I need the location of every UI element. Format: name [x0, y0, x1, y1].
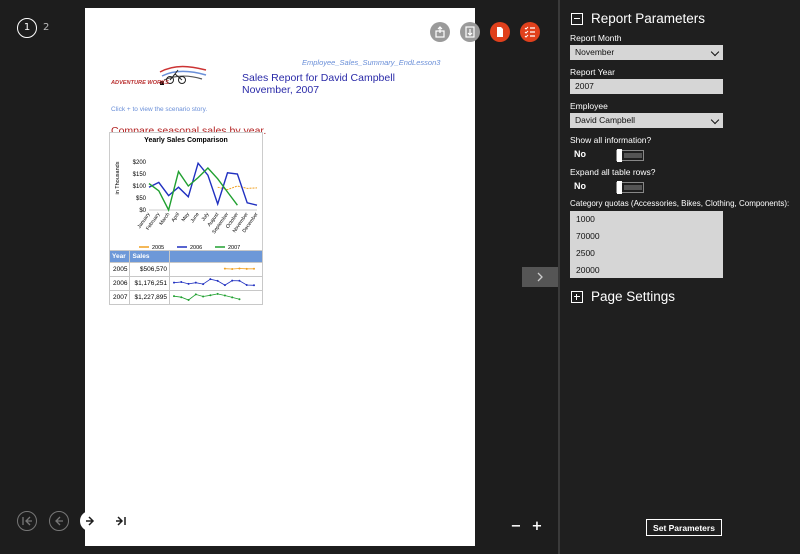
- report-month-label: Report Month: [570, 33, 622, 43]
- report-year-value: 2007: [575, 81, 594, 91]
- table-cell-year: 2006: [108, 276, 131, 291]
- sparkline-2007: [169, 290, 263, 305]
- quota-item[interactable]: 20000: [570, 262, 723, 279]
- report-page: Employee_Sales_Summary_EndLesson3 ADVENT…: [85, 8, 540, 546]
- next-page-icon[interactable]: [80, 511, 100, 531]
- sparkline-2006: [169, 276, 263, 291]
- table-row: 2005 $506,570: [108, 262, 263, 277]
- table-cell-sales: $506,570: [129, 262, 170, 277]
- show-all-toggle[interactable]: [616, 149, 644, 162]
- collapse-icon[interactable]: [571, 12, 583, 25]
- set-parameters-button[interactable]: Set Parameters: [646, 519, 722, 536]
- table-cell-sales: $1,176,251: [129, 276, 170, 291]
- y-tick-label: $100: [133, 184, 147, 190]
- sparkline-line: [173, 278, 255, 286]
- chart-title: Yearly Sales Comparison: [144, 137, 228, 144]
- employee-select[interactable]: David Campbell: [570, 113, 723, 128]
- quota-item[interactable]: 70000: [570, 228, 723, 245]
- table-header-trend: [169, 250, 263, 263]
- expand-rows-label: Expand all table rows?: [570, 167, 656, 177]
- table-cell-year: 2007: [108, 290, 131, 305]
- toggle-track: [624, 153, 642, 158]
- report-year-input[interactable]: 2007: [570, 79, 723, 94]
- expand-rows-toggle[interactable]: [616, 181, 644, 194]
- page-settings-title: Page Settings: [591, 289, 676, 304]
- chevron-right-icon[interactable]: [522, 267, 558, 287]
- report-viewer: 1 2 Employee_Sales_Summary_EndLesson3 AD…: [0, 0, 558, 554]
- quota-item[interactable]: 1000: [570, 211, 723, 228]
- quota-item[interactable]: 2500: [570, 245, 723, 262]
- previous-page-icon[interactable]: [49, 511, 69, 531]
- report-title: Sales Report for David Campbell: [242, 72, 395, 84]
- report-parameters-title: Report Parameters: [591, 11, 706, 26]
- scenario-story-hint[interactable]: Click + to view the scenario story.: [111, 106, 207, 113]
- page-settings-header[interactable]: Page Settings: [571, 289, 675, 304]
- report-month-select[interactable]: November: [570, 45, 723, 60]
- adventure-works-logo: ADVENTURE WORKS: [110, 65, 207, 86]
- table-header-sales: Sales: [129, 250, 170, 263]
- report-subtitle: November, 2007: [242, 84, 320, 96]
- sales-table: Year Sales 2005 $506,570 2006 $1,176,251: [108, 250, 263, 305]
- report-month-value: November: [575, 47, 615, 57]
- category-quotas-input[interactable]: 1000 70000 2500 20000: [570, 211, 723, 278]
- parameters-panel: Report Parameters Report Month November …: [560, 0, 800, 554]
- table-cell-sales: $1,227,895: [129, 290, 170, 305]
- report-year-label: Report Year: [570, 67, 615, 77]
- employee-value: David Campbell: [575, 115, 635, 125]
- zoom-out-button[interactable]: −: [509, 519, 523, 534]
- expand-icon[interactable]: [571, 290, 583, 303]
- first-page-icon[interactable]: [17, 511, 37, 531]
- sparkline-2005: [169, 262, 263, 277]
- sparkline-line: [173, 293, 240, 301]
- y-tick-label: $50: [136, 196, 147, 202]
- y-tick-label: $150: [133, 172, 147, 178]
- checklist-icon[interactable]: [520, 22, 540, 42]
- toggle-knob[interactable]: [617, 149, 622, 162]
- document-icon[interactable]: [490, 22, 510, 42]
- zoom-in-button[interactable]: +: [530, 519, 544, 534]
- toggle-knob[interactable]: [617, 181, 622, 194]
- report-parameters-header[interactable]: Report Parameters: [571, 11, 705, 26]
- show-all-value: No: [574, 149, 586, 159]
- y-tick-label: $200: [133, 160, 147, 166]
- chart-ylabel: in Thousands: [115, 161, 121, 194]
- table-cell-year: 2005: [108, 262, 131, 277]
- page-indicator-2[interactable]: 2: [43, 22, 49, 33]
- chevron-down-icon: [710, 47, 720, 57]
- expand-rows-value: No: [574, 181, 586, 191]
- employee-label: Employee: [570, 101, 608, 111]
- last-page-icon[interactable]: [111, 511, 131, 531]
- page-indicator-current[interactable]: 1: [17, 18, 37, 38]
- table-row: 2006 $1,176,251: [108, 276, 263, 291]
- show-all-label: Show all information?: [570, 135, 652, 145]
- category-quotas-label: Category quotas (Accessories, Bikes, Clo…: [570, 199, 790, 208]
- logo-text: ADVENTURE WORKS: [110, 80, 169, 86]
- table-header-year: Year: [108, 250, 131, 263]
- chevron-down-icon: [710, 115, 720, 125]
- share-icon[interactable]: [430, 22, 450, 42]
- download-icon[interactable]: [460, 22, 480, 42]
- report-filename: Employee_Sales_Summary_EndLesson3: [302, 58, 441, 67]
- yearly-sales-chart: Yearly Sales Comparison in Thousands $20…: [109, 132, 263, 252]
- toggle-track: [624, 185, 642, 190]
- table-row: 2007 $1,227,895: [108, 290, 263, 305]
